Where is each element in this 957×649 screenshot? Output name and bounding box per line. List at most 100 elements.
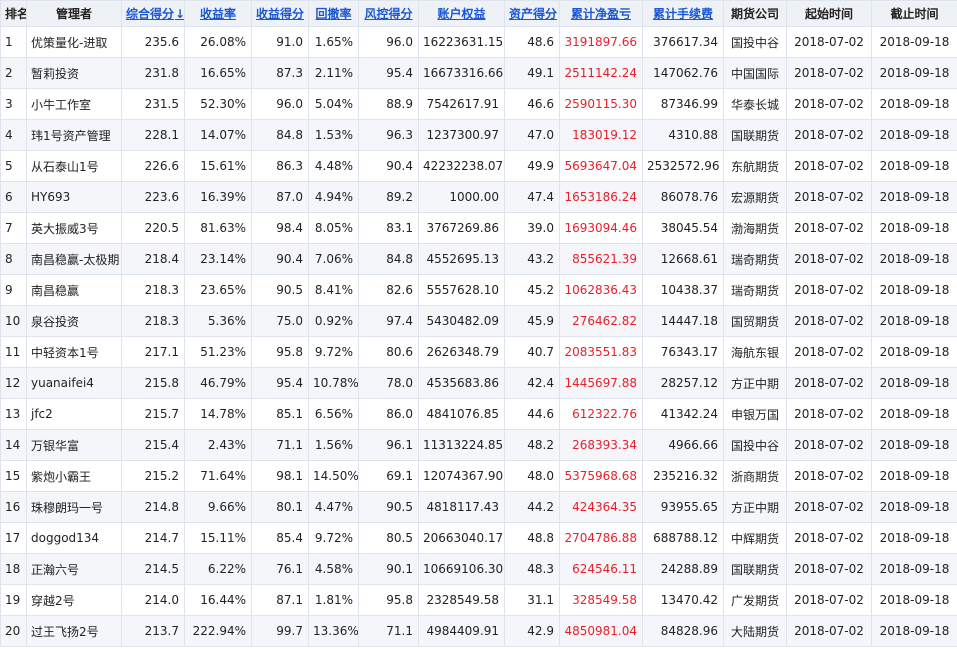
cell-rank: 17 [0,522,27,554]
column-header-label: 累计净盈亏 [570,7,631,21]
column-header-end-time: 截止时间 [871,0,957,27]
table-row[interactable]: 7 英大振威3号 220.5 81.63% 98.4 8.05% 83.1 3767269.8… [0,212,957,244]
column-header-return-rate[interactable]: 收益率 [184,0,252,27]
cell-drawdown: 9.72% [308,336,359,368]
cell-manager: 紫炮小霸王 [26,460,122,492]
cell-drawdown: 0.92% [308,305,359,337]
cell-end-time: 2018-09-18 [871,522,957,554]
cell-end-time: 2018-09-18 [871,26,957,58]
column-header-net-pnl[interactable]: 累计净盈亏 [559,0,643,27]
table-row[interactable]: 20 过王飞扬2号 213.7 222.94% 99.7 13.36% 71.1 498440… [0,615,957,647]
table-row[interactable]: 18 正瀚六号 214.5 6.22% 76.1 4.58% 90.1 10669106.30… [0,553,957,585]
cell-asset-score: 46.6 [504,88,560,120]
cell-return-rate: 16.44% [184,584,252,616]
table-row[interactable]: 13 jfc2 215.7 14.78% 85.1 6.56% 86.0 4841076.85… [0,398,957,430]
cell-return-score: 98.4 [251,212,309,244]
cell-rank: 13 [0,398,27,430]
table-row[interactable]: 16 珠穆朗玛一号 214.8 9.66% 80.1 4.47% 90.5 4818117.4… [0,491,957,523]
cell-return-rate: 16.39% [184,181,252,213]
cell-manager: doggod134 [26,522,122,554]
cell-broker: 华泰长城 [723,88,787,120]
table-row[interactable]: 3 小牛工作室 231.5 52.30% 96.0 5.04% 88.9 7542617.91… [0,88,957,120]
cell-manager: 万银华富 [26,429,122,461]
cell-equity: 1000.00 [418,181,505,213]
cell-return-score: 87.0 [251,181,309,213]
cell-start-time: 2018-07-02 [786,181,872,213]
table-row[interactable]: 10 泉谷投资 218.3 5.36% 75.0 0.92% 97.4 5430482.09 4… [0,305,957,337]
cell-fees: 28257.12 [642,367,724,399]
cell-rank: 6 [0,181,27,213]
cell-end-time: 2018-09-18 [871,88,957,120]
cell-risk-score: 80.6 [358,336,419,368]
column-header-label: 回撤率 [315,7,352,21]
table-row[interactable]: 6 HY693 223.6 16.39% 87.0 4.94% 89.2 1000.00 47.… [0,181,957,213]
cell-return-score: 91.0 [251,26,309,58]
cell-return-rate: 14.07% [184,119,252,151]
cell-manager: 英大振威3号 [26,212,122,244]
cell-rank: 12 [0,367,27,399]
cell-fees: 24288.89 [642,553,724,585]
cell-drawdown: 8.05% [308,212,359,244]
cell-rank: 5 [0,150,27,182]
cell-asset-score: 44.2 [504,491,560,523]
table-row[interactable]: 9 南昌稳赢 218.3 23.65% 90.5 8.41% 82.6 5557628.10 4… [0,274,957,306]
table-row[interactable]: 15 紫炮小霸王 215.2 71.64% 98.1 14.50% 69.1 12074367… [0,460,957,492]
cell-drawdown: 8.41% [308,274,359,306]
table-row[interactable]: 8 南昌稳赢-太极期 218.4 23.14% 90.4 7.06% 84.8 4552695… [0,243,957,275]
table-row[interactable]: 2 暂莉投资 231.8 16.65% 87.3 2.11% 95.4 16673316.66… [0,57,957,89]
cell-equity: 4535683.86 [418,367,505,399]
cell-fees: 87346.99 [642,88,724,120]
cell-risk-score: 86.0 [358,398,419,430]
cell-manager: 南昌稳赢-太极期 [26,243,122,275]
cell-drawdown: 2.11% [308,57,359,89]
column-header-score[interactable]: 综合得分↓ [121,0,185,27]
cell-asset-score: 49.9 [504,150,560,182]
cell-end-time: 2018-09-18 [871,243,957,275]
cell-start-time: 2018-07-02 [786,243,872,275]
ranking-table: 排名 管理者 综合得分↓ 收益率 收益得分回撤率风控得分 账户权益 资产得分累计净盈亏 累计手… [0,0,957,647]
cell-start-time: 2018-07-02 [786,305,872,337]
table-row[interactable]: 11 中轻资本1号 217.1 51.23% 95.8 9.72% 80.6 2626348.… [0,336,957,368]
column-header-label: 收益得分 [256,7,305,21]
cell-equity: 11313224.85 [418,429,505,461]
table-row[interactable]: 5 从石泰山1号 226.6 15.61% 86.3 4.48% 90.4 42232238.… [0,150,957,182]
cell-fees: 376617.34 [642,26,724,58]
cell-broker: 国投中谷 [723,26,787,58]
cell-start-time: 2018-07-02 [786,522,872,554]
cell-return-score: 86.3 [251,150,309,182]
column-header-risk-score[interactable]: 风控得分 [358,0,419,27]
table-row[interactable]: 4 玮1号资产管理 228.1 14.07% 84.8 1.53% 96.3 1237300.… [0,119,957,151]
cell-rank: 2 [0,57,27,89]
cell-return-score: 95.8 [251,336,309,368]
cell-rank: 16 [0,491,27,523]
cell-end-time: 2018-09-18 [871,212,957,244]
table-row[interactable]: 1 优策量化-进取 235.6 26.08% 91.0 1.65% 96.0 16223631… [0,26,957,58]
cell-broker: 宏源期货 [723,181,787,213]
column-header-label: 累计手续费 [652,7,713,21]
column-header-fees[interactable]: 累计手续费 [642,0,724,27]
cell-equity: 3767269.86 [418,212,505,244]
cell-end-time: 2018-09-18 [871,615,957,647]
column-header-label: 截止时间 [890,7,939,21]
cell-start-time: 2018-07-02 [786,553,872,585]
table-row[interactable]: 14 万银华富 215.4 2.43% 71.1 1.56% 96.1 11313224.85… [0,429,957,461]
cell-risk-score: 97.4 [358,305,419,337]
table-row[interactable]: 19 穿越2号 214.0 16.44% 87.1 1.81% 95.8 2328549.58… [0,584,957,616]
sort-desc-icon[interactable]: ↓ [175,7,183,21]
column-header-equity[interactable]: 账户权益 [418,0,505,27]
cell-equity: 1237300.97 [418,119,505,151]
column-header-label: 起始时间 [804,7,853,21]
cell-risk-score: 90.1 [358,553,419,585]
cell-fees: 4310.88 [642,119,724,151]
column-header-return-score[interactable]: 收益得分 [251,0,309,27]
cell-return-score: 90.5 [251,274,309,306]
cell-return-rate: 71.64% [184,460,252,492]
column-header-drawdown[interactable]: 回撤率 [308,0,359,27]
column-header-label: 综合得分 [126,7,175,21]
table-row[interactable]: 12 yuanaifei4 215.8 46.79% 95.4 10.78% 78.0 453… [0,367,957,399]
column-header-label: 风控得分 [364,7,413,21]
cell-return-rate: 52.30% [184,88,252,120]
column-header-asset-score[interactable]: 资产得分 [504,0,560,27]
cell-broker: 国贸期货 [723,305,787,337]
table-row[interactable]: 17 doggod134 214.7 15.11% 85.4 9.72% 80.5 20663… [0,522,957,554]
